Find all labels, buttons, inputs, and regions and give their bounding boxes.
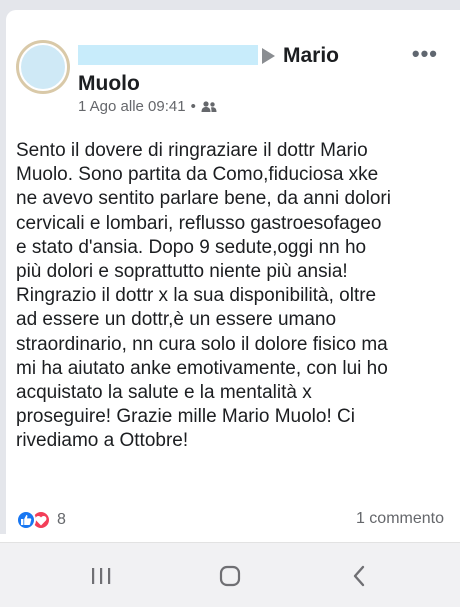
author-last-name[interactable]: Muolo [78,72,140,95]
comments-count-link[interactable]: 1 commento [356,510,444,528]
redacted-sharer-name[interactable] [78,45,258,65]
friends-icon[interactable] [201,100,217,117]
home-icon[interactable] [215,561,245,591]
back-icon[interactable] [344,561,374,591]
shared-to-arrow-icon [262,48,275,64]
like-icon [16,510,36,530]
reaction-count: 8 [57,511,66,528]
author-first-name[interactable]: Mario [283,44,339,67]
post-timestamp[interactable]: 1 Ago alle 09:41 [78,98,186,115]
previous-card-strip [0,0,460,22]
screen: Mario Muolo ••• 1 Ago alle 09:41 • Sento … [0,0,460,607]
post-header-title: Mario Muolo [78,42,398,98]
post-meta: 1 Ago alle 09:41 • [78,98,217,117]
avatar[interactable] [16,40,70,94]
meta-separator: • [190,98,196,115]
reaction-summary[interactable]: 8 [16,508,66,532]
android-navigation-bar [0,542,460,607]
post-card: Mario Muolo ••• 1 Ago alle 09:41 • Sento … [6,22,460,542]
recent-apps-icon[interactable] [86,561,116,591]
more-options-icon[interactable]: ••• [412,43,438,65]
post-text: Sento il dovere di ringraziare il dottr … [16,140,391,452]
